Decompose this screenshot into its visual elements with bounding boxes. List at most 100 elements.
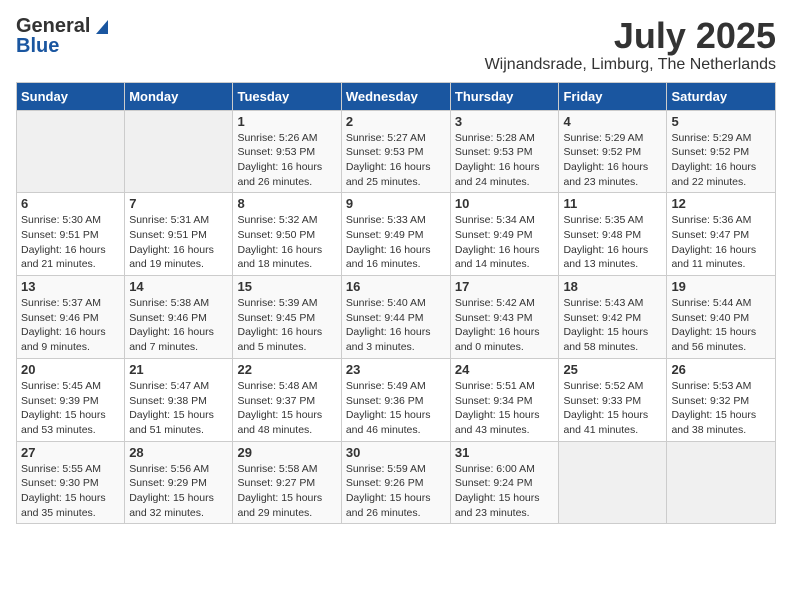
day-info: Sunrise: 5:40 AMSunset: 9:44 PMDaylight:… (346, 297, 431, 353)
weekday-header-wednesday: Wednesday (341, 82, 450, 110)
weekday-header-monday: Monday (125, 82, 233, 110)
calendar-week-row: 27 Sunrise: 5:55 AMSunset: 9:30 PMDayligh… (17, 441, 776, 524)
day-info: Sunrise: 6:00 AMSunset: 9:24 PMDaylight:… (455, 463, 540, 519)
calendar-cell: 6Sunrise: 5:30 AMSunset: 9:51 PMDaylight… (17, 193, 125, 276)
day-number: 31 (455, 445, 555, 460)
day-number: 2 (346, 114, 446, 129)
day-info: Sunrise: 5:39 AMSunset: 9:45 PMDaylight:… (237, 297, 322, 353)
day-info: Sunrise: 5:33 AMSunset: 9:49 PMDaylight:… (346, 214, 431, 270)
calendar-cell: 1Sunrise: 5:26 AMSunset: 9:53 PMDaylight… (233, 110, 341, 193)
weekday-header-tuesday: Tuesday (233, 82, 341, 110)
calendar-cell: 21Sunrise: 5:47 AMSunset: 9:38 PMDayligh… (125, 358, 233, 441)
day-number: 8 (237, 196, 336, 211)
calendar-cell: 18 Sunrise: 5:43 AMSunset: 9:42 PMDayligh… (559, 276, 667, 359)
calendar-cell: 3 Sunrise: 5:28 AMSunset: 9:53 PMDaylight… (450, 110, 559, 193)
calendar-cell: 2Sunrise: 5:27 AMSunset: 9:53 PMDaylight… (341, 110, 450, 193)
day-info: Sunrise: 5:29 AMSunset: 9:52 PMDaylight:… (563, 132, 648, 188)
day-number: 6 (21, 196, 120, 211)
day-number: 21 (129, 362, 228, 377)
calendar-cell: 12 Sunrise: 5:36 AMSunset: 9:47 PMDayligh… (667, 193, 776, 276)
calendar-week-row: 1Sunrise: 5:26 AMSunset: 9:53 PMDaylight… (17, 110, 776, 193)
calendar-cell: 20 Sunrise: 5:45 AMSunset: 9:39 PMDayligh… (17, 358, 125, 441)
calendar-cell: 27 Sunrise: 5:55 AMSunset: 9:30 PMDayligh… (17, 441, 125, 524)
day-info: Sunrise: 5:31 AMSunset: 9:51 PMDaylight:… (129, 214, 214, 270)
day-info: Sunrise: 5:51 AMSunset: 9:34 PMDaylight:… (455, 380, 540, 436)
calendar-cell (125, 110, 233, 193)
day-number: 5 (671, 114, 771, 129)
day-info: Sunrise: 5:35 AMSunset: 9:48 PMDaylight:… (563, 214, 648, 270)
calendar-cell: 10 Sunrise: 5:34 AMSunset: 9:49 PMDayligh… (450, 193, 559, 276)
logo-general-text: General (16, 16, 90, 36)
calendar-cell: 19Sunrise: 5:44 AMSunset: 9:40 PMDayligh… (667, 276, 776, 359)
calendar-cell: 26 Sunrise: 5:53 AMSunset: 9:32 PMDayligh… (667, 358, 776, 441)
day-number: 7 (129, 196, 228, 211)
day-info: Sunrise: 5:55 AMSunset: 9:30 PMDaylight:… (21, 463, 106, 519)
day-info: Sunrise: 5:52 AMSunset: 9:33 PMDaylight:… (563, 380, 648, 436)
day-number: 28 (129, 445, 228, 460)
day-info: Sunrise: 5:45 AMSunset: 9:39 PMDaylight:… (21, 380, 106, 436)
calendar-cell: 5 Sunrise: 5:29 AMSunset: 9:52 PMDaylight… (667, 110, 776, 193)
day-info: Sunrise: 5:43 AMSunset: 9:42 PMDaylight:… (563, 297, 648, 353)
calendar-cell: 24 Sunrise: 5:51 AMSunset: 9:34 PMDayligh… (450, 358, 559, 441)
day-info: Sunrise: 5:26 AMSunset: 9:53 PMDaylight:… (237, 132, 322, 188)
calendar-header: SundayMondayTuesdayWednesdayThursdayFrid… (17, 82, 776, 110)
calendar-cell: 31 Sunrise: 6:00 AMSunset: 9:24 PMDayligh… (450, 441, 559, 524)
day-number: 19 (671, 279, 771, 294)
day-info: Sunrise: 5:29 AMSunset: 9:52 PMDaylight:… (671, 132, 756, 188)
logo-blue-text: Blue (16, 36, 59, 56)
weekday-header-row: SundayMondayTuesdayWednesdayThursdayFrid… (17, 82, 776, 110)
day-number: 30 (346, 445, 446, 460)
day-number: 24 (455, 362, 555, 377)
day-number: 3 (455, 114, 555, 129)
day-number: 27 (21, 445, 120, 460)
day-number: 18 (563, 279, 662, 294)
calendar-week-row: 6Sunrise: 5:30 AMSunset: 9:51 PMDaylight… (17, 193, 776, 276)
weekday-header-saturday: Saturday (667, 82, 776, 110)
weekday-header-sunday: Sunday (17, 82, 125, 110)
day-info: Sunrise: 5:34 AMSunset: 9:49 PMDaylight:… (455, 214, 540, 270)
day-info: Sunrise: 5:38 AMSunset: 9:46 PMDaylight:… (129, 297, 214, 353)
calendar-cell: 28 Sunrise: 5:56 AMSunset: 9:29 PMDayligh… (125, 441, 233, 524)
day-number: 23 (346, 362, 446, 377)
day-info: Sunrise: 5:36 AMSunset: 9:47 PMDaylight:… (671, 214, 756, 270)
day-number: 10 (455, 196, 555, 211)
day-number: 20 (21, 362, 120, 377)
calendar-cell (667, 441, 776, 524)
page-header: General Blue July 2025 Wijnandsrade, Lim… (16, 16, 776, 74)
day-info: Sunrise: 5:37 AMSunset: 9:46 PMDaylight:… (21, 297, 106, 353)
calendar-cell (559, 441, 667, 524)
day-number: 22 (237, 362, 336, 377)
calendar-cell: 15Sunrise: 5:39 AMSunset: 9:45 PMDayligh… (233, 276, 341, 359)
day-number: 14 (129, 279, 228, 294)
day-info: Sunrise: 5:59 AMSunset: 9:26 PMDaylight:… (346, 463, 431, 519)
calendar-week-row: 13Sunrise: 5:37 AMSunset: 9:46 PMDayligh… (17, 276, 776, 359)
day-info: Sunrise: 5:48 AMSunset: 9:37 PMDaylight:… (237, 380, 322, 436)
calendar-cell: 8 Sunrise: 5:32 AMSunset: 9:50 PMDaylight… (233, 193, 341, 276)
day-number: 9 (346, 196, 446, 211)
calendar-week-row: 20 Sunrise: 5:45 AMSunset: 9:39 PMDayligh… (17, 358, 776, 441)
day-info: Sunrise: 5:53 AMSunset: 9:32 PMDaylight:… (671, 380, 756, 436)
logo: General Blue (16, 16, 108, 56)
calendar-cell: 17 Sunrise: 5:42 AMSunset: 9:43 PMDayligh… (450, 276, 559, 359)
calendar-cell: 7 Sunrise: 5:31 AMSunset: 9:51 PMDaylight… (125, 193, 233, 276)
calendar-cell: 30 Sunrise: 5:59 AMSunset: 9:26 PMDayligh… (341, 441, 450, 524)
calendar-cell: 29Sunrise: 5:58 AMSunset: 9:27 PMDayligh… (233, 441, 341, 524)
month-title: July 2025 (485, 16, 776, 56)
day-info: Sunrise: 5:56 AMSunset: 9:29 PMDaylight:… (129, 463, 214, 519)
day-info: Sunrise: 5:49 AMSunset: 9:36 PMDaylight:… (346, 380, 431, 436)
calendar-table: SundayMondayTuesdayWednesdayThursdayFrid… (16, 82, 776, 525)
day-number: 16 (346, 279, 446, 294)
day-info: Sunrise: 5:42 AMSunset: 9:43 PMDaylight:… (455, 297, 540, 353)
day-number: 25 (563, 362, 662, 377)
calendar-cell: 25 Sunrise: 5:52 AMSunset: 9:33 PMDayligh… (559, 358, 667, 441)
day-number: 17 (455, 279, 555, 294)
calendar-cell (17, 110, 125, 193)
title-block: July 2025 Wijnandsrade, Limburg, The Net… (485, 16, 776, 74)
day-number: 12 (671, 196, 771, 211)
day-number: 11 (563, 196, 662, 211)
weekday-header-thursday: Thursday (450, 82, 559, 110)
day-number: 26 (671, 362, 771, 377)
day-number: 29 (237, 445, 336, 460)
day-info: Sunrise: 5:28 AMSunset: 9:53 PMDaylight:… (455, 132, 540, 188)
day-info: Sunrise: 5:32 AMSunset: 9:50 PMDaylight:… (237, 214, 322, 270)
